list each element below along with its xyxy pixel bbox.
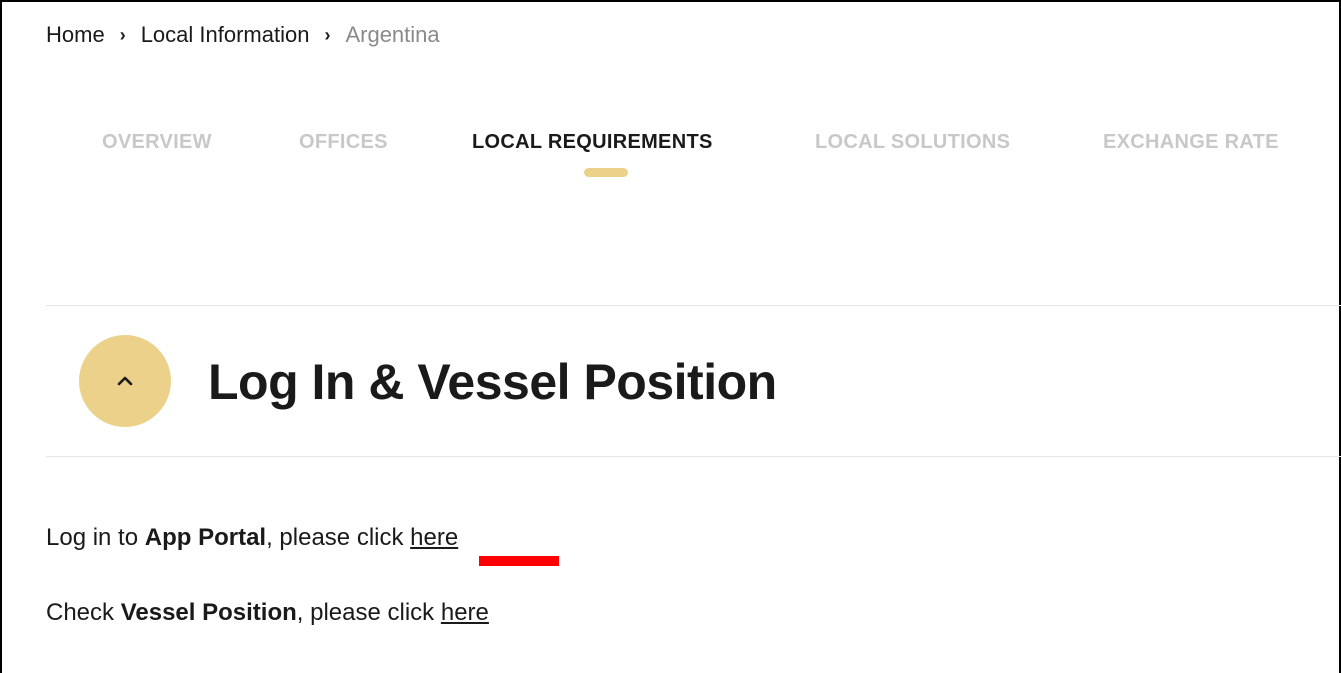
- red-underline-annotation: [479, 556, 559, 566]
- section-title: Log In & Vessel Position: [208, 354, 777, 410]
- breadcrumb-home[interactable]: Home: [46, 22, 105, 48]
- app-portal-link[interactable]: here: [410, 524, 458, 551]
- page-frame: [0, 0, 1341, 673]
- section-divider-bottom: [46, 456, 1341, 457]
- section-collapse-button[interactable]: [79, 335, 171, 427]
- vessel-position-link[interactable]: here: [441, 599, 489, 626]
- chevron-right-icon: ›: [119, 24, 126, 45]
- tab-offices[interactable]: OFFICES: [299, 131, 388, 154]
- tab-local-solutions[interactable]: LOCAL SOLUTIONS: [815, 131, 1010, 154]
- chevron-up-icon: [117, 376, 133, 386]
- breadcrumb-local-information[interactable]: Local Information: [141, 22, 310, 48]
- vessel-position-name: Vessel Position: [120, 599, 297, 626]
- app-portal-middle: , please click: [266, 524, 411, 551]
- vessel-position-prefix: Check: [46, 599, 121, 626]
- tab-exchange-rate[interactable]: EXCHANGE RATE: [1103, 131, 1279, 154]
- breadcrumb: Home › Local Information › Argentina: [46, 22, 440, 48]
- vessel-position-middle: , please click: [296, 599, 441, 626]
- section-divider-top: [46, 305, 1341, 306]
- app-portal-prefix: Log in to: [46, 524, 145, 551]
- app-portal-line: Log in to App Portal, please click here: [46, 524, 458, 552]
- vessel-position-line: Check Vessel Position, please click here: [46, 599, 489, 627]
- chevron-right-icon: ›: [324, 24, 331, 45]
- tab-overview[interactable]: OVERVIEW: [102, 131, 212, 154]
- app-portal-name: App Portal: [144, 524, 267, 551]
- active-tab-indicator: [584, 168, 628, 177]
- tab-local-requirements[interactable]: LOCAL REQUIREMENTS: [472, 131, 713, 154]
- breadcrumb-current: Argentina: [345, 22, 440, 47]
